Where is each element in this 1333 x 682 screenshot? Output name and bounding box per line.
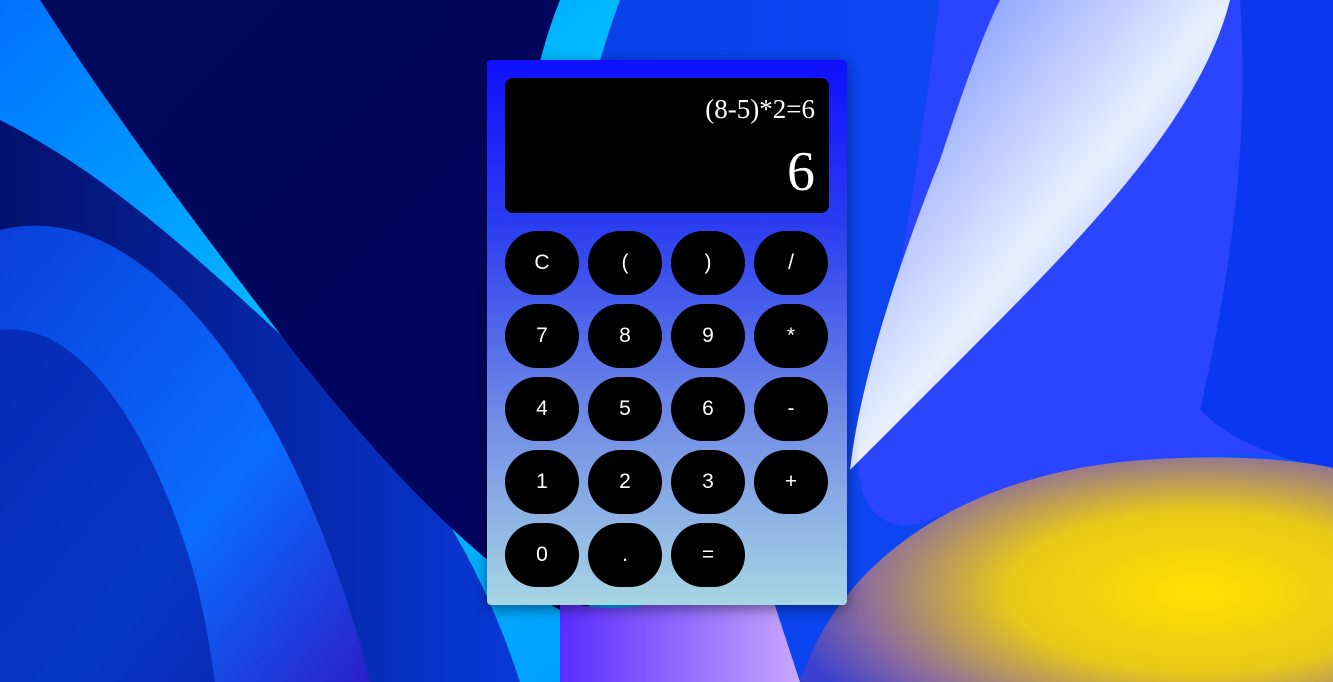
digit-6-button[interactable]: 6: [671, 377, 745, 441]
subtract-button[interactable]: -: [754, 377, 828, 441]
digit-3-button[interactable]: 3: [671, 450, 745, 514]
digit-0-button[interactable]: 0: [505, 523, 579, 587]
digit-8-button[interactable]: 8: [588, 304, 662, 368]
digit-2-button[interactable]: 2: [588, 450, 662, 514]
multiply-button[interactable]: *: [754, 304, 828, 368]
calculator-display: (8-5)*2=6 6: [505, 78, 829, 213]
calculator-panel: (8-5)*2=6 6 C ( ) / 7 8 9 * 4 5 6 - 1 2 …: [487, 60, 847, 605]
add-button[interactable]: +: [754, 450, 828, 514]
digit-7-button[interactable]: 7: [505, 304, 579, 368]
equals-button[interactable]: =: [671, 523, 745, 587]
digit-1-button[interactable]: 1: [505, 450, 579, 514]
expression-text: (8-5)*2=6: [705, 94, 815, 124]
close-paren-button[interactable]: ): [671, 231, 745, 295]
result-text: 6: [787, 141, 815, 203]
digit-9-button[interactable]: 9: [671, 304, 745, 368]
decimal-button[interactable]: .: [588, 523, 662, 587]
digit-4-button[interactable]: 4: [505, 377, 579, 441]
divide-button[interactable]: /: [754, 231, 828, 295]
open-paren-button[interactable]: (: [588, 231, 662, 295]
clear-button[interactable]: C: [505, 231, 579, 295]
digit-5-button[interactable]: 5: [588, 377, 662, 441]
keypad: C ( ) / 7 8 9 * 4 5 6 - 1 2 3 + 0 . =: [505, 231, 829, 587]
